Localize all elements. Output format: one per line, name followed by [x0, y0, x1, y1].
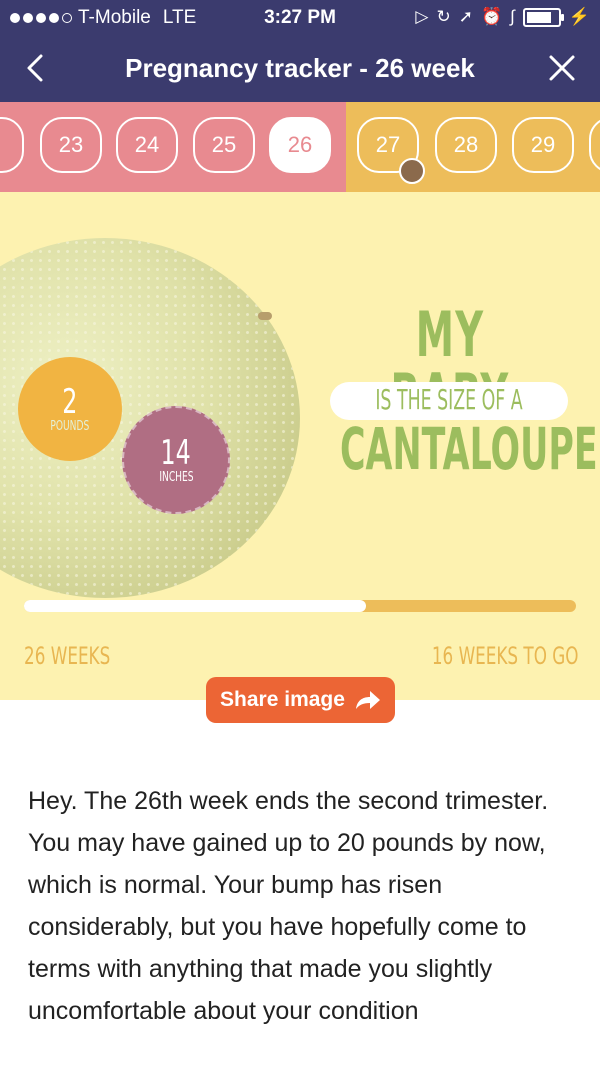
avatar — [399, 158, 425, 184]
status-icons: ▷ ↻ ➚ ⏰ ∫ ⚡ — [415, 7, 590, 27]
weight-value: 2 — [62, 381, 78, 422]
week-chip[interactable]: 25 — [193, 117, 255, 173]
close-button[interactable] — [542, 48, 582, 88]
week-chip[interactable]: 29 — [512, 117, 574, 173]
length-unit: INCHES — [158, 469, 194, 485]
subheadline: IS THE SIZE OF A — [375, 383, 523, 416]
weeks-remaining-label: 16 WEEKS TO GO — [431, 642, 578, 670]
battery-icon — [522, 7, 564, 27]
length-value: 14 — [160, 432, 192, 473]
share-button-label: Share image — [220, 688, 345, 711]
weeks-elapsed-label: 26 WEEKS — [24, 642, 111, 670]
charging-icon: ⚡ — [568, 7, 590, 26]
week-chip-selected[interactable]: 26 — [269, 117, 331, 173]
back-button[interactable] — [16, 48, 56, 88]
headline-fruit: CANTALOUPE — [340, 415, 598, 483]
progress-fill — [24, 600, 367, 612]
app-header: T-Mobile LTE 3:27 PM ▷ ↻ ➚ ⏰ ∫ ⚡ Pregnan… — [0, 0, 600, 102]
weight-badge: 2 POUNDS — [18, 357, 122, 461]
share-arrow-icon — [355, 691, 380, 709]
week-chip[interactable]: 24 — [116, 117, 178, 173]
chevron-left-icon — [27, 54, 43, 82]
nav-bar: Pregnancy tracker - 26 week — [0, 36, 600, 102]
week-selector: 2 23 24 25 26 27 28 29 — [0, 102, 600, 192]
close-icon — [549, 55, 575, 81]
week-description: Hey. The 26th week ends the second trime… — [28, 787, 549, 1025]
play-icon: ▷ — [415, 7, 429, 26]
bluetooth-icon: ∫ — [510, 7, 515, 26]
status-bar: T-Mobile LTE 3:27 PM ▷ ↻ ➚ ⏰ ∫ ⚡ — [0, 0, 600, 36]
melon-stem — [258, 312, 272, 320]
location-icon: ➚ — [458, 7, 473, 26]
alarm-icon: ⏰ — [480, 7, 503, 26]
week-chip[interactable]: 23 — [40, 117, 102, 173]
length-badge: 14 INCHES — [122, 406, 230, 514]
pregnancy-progress-bar — [24, 600, 576, 612]
week-chip[interactable]: 28 — [435, 117, 497, 173]
lock-rotation-icon: ↻ — [436, 7, 451, 26]
baby-size-image: 2 POUNDS 14 INCHES MY BABY IS THE SIZE O… — [0, 192, 600, 700]
share-image-button[interactable]: Share image — [206, 677, 395, 723]
weight-unit: POUNDS — [50, 418, 90, 434]
page-title: Pregnancy tracker - 26 week — [125, 53, 475, 83]
